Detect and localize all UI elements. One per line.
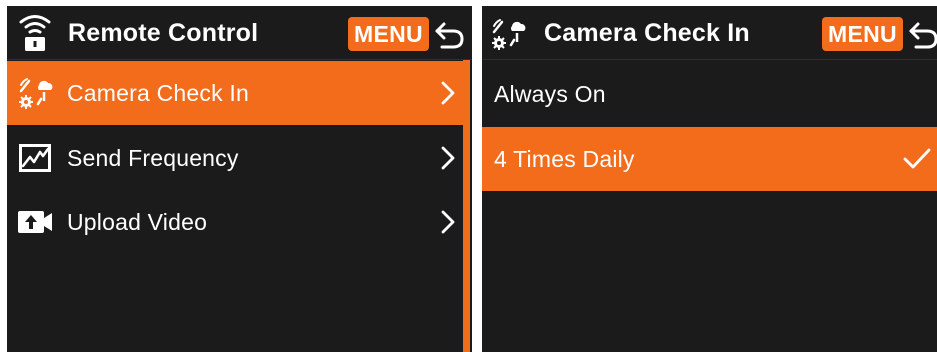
remote-control-screen: Remote Control MENU Camera Check In Send… [7, 6, 472, 352]
menu-item-label: Camera Check In [67, 80, 249, 106]
line-chart-icon [19, 144, 51, 172]
camera-check-in-screen: Camera Check In MENU Always On 4 Times D… [482, 6, 937, 352]
menu-button[interactable]: MENU [348, 17, 429, 51]
option-label: 4 Times Daily [494, 146, 635, 172]
camera-check-in-icon [492, 19, 526, 50]
camera-check-in-icon [19, 78, 53, 109]
page-title: Remote Control [68, 19, 259, 47]
screen-header: Camera Check In MENU [482, 6, 937, 60]
scrollbar[interactable] [463, 60, 470, 352]
option-4-times-daily[interactable]: 4 Times Daily [482, 127, 937, 191]
menu-item-camera-check-in[interactable]: Camera Check In [7, 61, 463, 125]
back-arrow-icon[interactable] [434, 20, 466, 50]
option-always-on[interactable]: Always On [482, 62, 937, 126]
chevron-right-icon [441, 210, 455, 234]
wifi-lock-icon [19, 15, 51, 51]
back-arrow-icon[interactable] [908, 20, 937, 50]
checkmark-icon [903, 148, 931, 169]
screen-header: Remote Control MENU [7, 6, 472, 60]
chevron-right-icon [441, 81, 455, 105]
chevron-right-icon [441, 146, 455, 170]
menu-item-label: Send Frequency [67, 145, 239, 171]
option-label: Always On [494, 81, 606, 107]
menu-item-upload-video[interactable]: Upload Video [7, 190, 463, 254]
menu-item-label: Upload Video [67, 209, 208, 235]
menu-item-send-frequency[interactable]: Send Frequency [7, 126, 463, 190]
upload-video-icon [18, 211, 52, 233]
menu-button[interactable]: MENU [822, 17, 903, 51]
page-title: Camera Check In [544, 19, 750, 47]
